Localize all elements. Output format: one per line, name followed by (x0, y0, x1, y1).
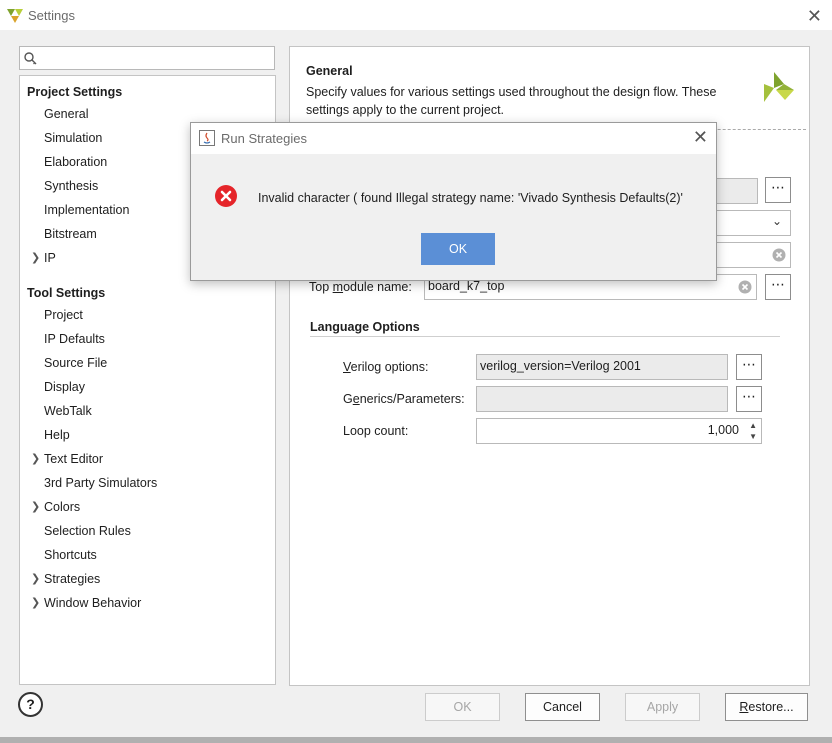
loop-count-value: 1,000 (707, 423, 739, 437)
expand-arrow-icon[interactable]: ❯ (31, 500, 40, 513)
java-app-icon (199, 130, 215, 146)
run-strategies-dialog: Run Strategies ✕ Invalid character ( fou… (190, 122, 717, 281)
dialog-title: Run Strategies (221, 131, 307, 146)
tree-item-window-behavior[interactable]: ❯ Window Behavior (31, 596, 142, 610)
language-options-divider (310, 336, 780, 337)
tree-item-help[interactable]: Help (44, 428, 70, 442)
tool-settings-heading: Tool Settings (27, 286, 106, 300)
verilog-options-value: verilog_version=Verilog 2001 (480, 359, 641, 373)
tree-item-display[interactable]: Display (44, 380, 85, 394)
error-icon (215, 185, 237, 207)
dialog-title-bar: Run Strategies ✕ (191, 123, 716, 154)
tree-item-project[interactable]: Project (44, 308, 83, 322)
language-options-heading: Language Options (310, 320, 420, 334)
search-icon (24, 52, 37, 65)
ok-button[interactable]: OK (425, 693, 500, 721)
tree-item-bitstream[interactable]: Bitstream (44, 227, 97, 241)
expand-arrow-icon[interactable]: ❯ (31, 452, 40, 465)
tree-item-colors[interactable]: ❯ Colors (31, 500, 81, 514)
tree-item-source-file[interactable]: Source File (44, 356, 107, 370)
verilog-options-label: Verilog options: (343, 360, 429, 374)
background-window-edge (0, 737, 832, 743)
tree-item-label: Window Behavior (44, 596, 142, 610)
top-module-value: board_k7_top (428, 279, 505, 293)
verilog-options-field[interactable]: verilog_version=Verilog 2001 (476, 354, 728, 380)
top-module-label: Top module name: (309, 280, 412, 294)
dialog-message: Invalid character ( found Illegal strate… (258, 191, 683, 205)
tree-item-label: Text Editor (44, 452, 104, 466)
section-title: General (306, 64, 353, 78)
spinner-arrows-icon[interactable]: ▲ ▼ (749, 420, 757, 442)
tree-item-webtalk[interactable]: WebTalk (44, 404, 92, 418)
tree-item-label: IP (44, 251, 56, 265)
window-close-button[interactable]: ✕ (807, 6, 822, 27)
vivado-logo-icon (7, 9, 23, 23)
search-input[interactable] (19, 46, 275, 70)
tree-item-label: Colors (44, 500, 81, 514)
tree-item-synthesis[interactable]: Synthesis (44, 179, 98, 193)
dialog-ok-button[interactable]: OK (421, 233, 495, 265)
browse-button-1[interactable]: ⋯ (765, 177, 791, 203)
dialog-close-button[interactable]: ✕ (693, 127, 708, 148)
tree-item-label: Strategies (44, 572, 101, 586)
apply-button[interactable]: Apply (625, 693, 700, 721)
tree-item-shortcuts[interactable]: Shortcuts (44, 548, 97, 562)
generics-parameters-field[interactable] (476, 386, 728, 412)
generics-parameters-browse-button[interactable]: ⋯ (736, 386, 762, 412)
project-settings-heading: Project Settings (27, 85, 123, 99)
restore-button[interactable]: Restore... (725, 693, 808, 721)
loop-count-spinner[interactable]: 1,000 ▲ ▼ (476, 418, 762, 444)
cancel-button[interactable]: Cancel (525, 693, 600, 721)
tree-item-3rd-party-simulators[interactable]: 3rd Party Simulators (44, 476, 157, 490)
help-button[interactable]: ? (18, 692, 43, 717)
tree-item-general[interactable]: General (44, 107, 88, 121)
tree-item-strategies[interactable]: ❯ Strategies (31, 572, 101, 586)
loop-count-label: Loop count: (343, 424, 409, 438)
expand-arrow-icon[interactable]: ❯ (31, 572, 40, 585)
top-module-browse-button[interactable]: ⋯ (765, 274, 791, 300)
tree-item-selection-rules[interactable]: Selection Rules (44, 524, 131, 538)
title-bar: Settings ✕ (0, 0, 832, 30)
window-title: Settings (28, 8, 75, 23)
section-description: Specify values for various settings used… (306, 85, 717, 117)
clear-icon[interactable] (738, 280, 752, 294)
expand-arrow-icon[interactable]: ❯ (31, 251, 40, 264)
verilog-options-browse-button[interactable]: ⋯ (736, 354, 762, 380)
tree-item-ip-defaults[interactable]: IP Defaults (44, 332, 105, 346)
clear-icon[interactable] (772, 248, 786, 262)
generics-parameters-label: Generics/Parameters: (343, 392, 465, 406)
tree-item-ip[interactable]: ❯ IP (31, 251, 56, 265)
tree-item-elaboration[interactable]: Elaboration (44, 155, 107, 169)
chevron-down-icon[interactable]: ⌄ (772, 214, 782, 228)
brand-logo-icon (764, 72, 794, 102)
tree-item-implementation[interactable]: Implementation (44, 203, 129, 217)
expand-arrow-icon[interactable]: ❯ (31, 596, 40, 609)
tree-item-simulation[interactable]: Simulation (44, 131, 102, 145)
tree-item-text-editor[interactable]: ❯ Text Editor (31, 452, 104, 466)
